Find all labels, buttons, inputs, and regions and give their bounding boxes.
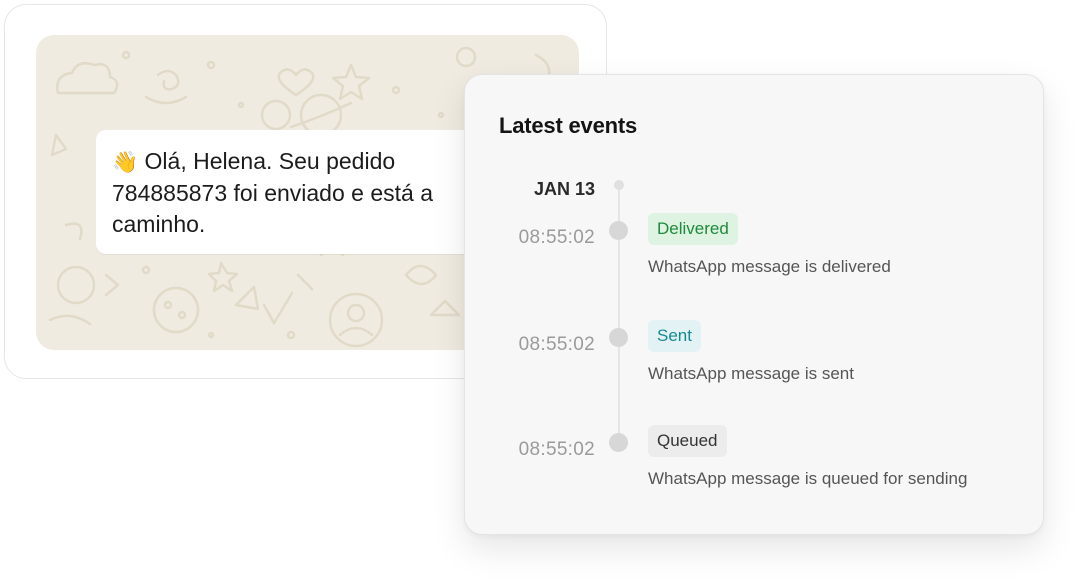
message-text-line3: caminho. bbox=[112, 211, 206, 237]
timeline-event: 08:55:02 Queued WhatsApp message is queu… bbox=[465, 425, 1043, 515]
timeline-date: JAN 13 bbox=[533, 179, 595, 199]
timeline-dot bbox=[609, 221, 628, 240]
events-title: Latest events bbox=[499, 113, 638, 138]
message-text-line1: Olá, Helena. Seu pedido bbox=[144, 148, 396, 174]
message-bubble: 👋 Olá, Helena. Seu pedido 784885873 foi … bbox=[96, 130, 516, 254]
message-text-line2: 784885873 foi enviado e está a bbox=[112, 180, 433, 206]
timeline-event: 08:55:02 Sent WhatsApp message is sent bbox=[465, 320, 1043, 410]
event-time: 08:55:02 bbox=[518, 439, 595, 460]
event-description: WhatsApp message is delivered bbox=[648, 257, 891, 276]
event-time: 08:55:02 bbox=[518, 334, 595, 355]
timeline-event: 08:55:02 Delivered WhatsApp message is d… bbox=[465, 213, 1043, 303]
latest-events-card: Latest events JAN 13 08:55:02 Delivered … bbox=[464, 74, 1044, 535]
status-badge-queued: Queued bbox=[648, 425, 727, 457]
waving-hand-icon: 👋 bbox=[112, 151, 139, 174]
timeline-date-dot bbox=[614, 180, 624, 190]
status-badge-delivered: Delivered bbox=[648, 213, 738, 245]
event-description: WhatsApp message is sent bbox=[648, 364, 854, 383]
event-time: 08:55:02 bbox=[518, 227, 595, 248]
timeline-dot bbox=[609, 433, 628, 452]
timeline-dot bbox=[609, 328, 628, 347]
status-badge-sent: Sent bbox=[648, 320, 701, 352]
event-description: WhatsApp message is queued for sending bbox=[648, 469, 968, 488]
